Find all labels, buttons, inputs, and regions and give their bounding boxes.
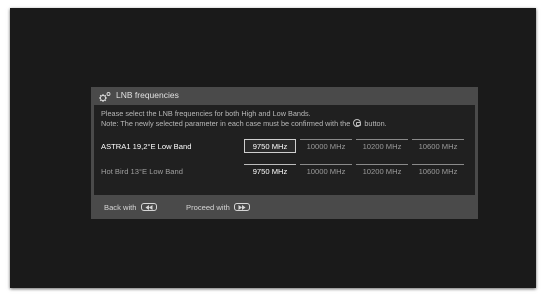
rewind-key-icon	[140, 203, 157, 211]
band-row-astra1: ASTRA1 19,2°E Low Band 9750 MHz 10000 MH…	[94, 137, 475, 157]
back-hint[interactable]: Back with	[104, 203, 157, 212]
lnb-frequencies-dialog: LNB frequencies Please select the LNB fr…	[91, 87, 478, 219]
dialog-footer: Back with Proceed with	[91, 197, 478, 217]
tv-screen: LNB frequencies Please select the LNB fr…	[10, 8, 536, 288]
instructions-text: Please select the LNB frequencies for bo…	[101, 109, 387, 129]
freq-option-9750[interactable]: 9750 MHz	[244, 139, 296, 153]
freq-option-10200[interactable]: 10200 MHz	[356, 164, 408, 178]
fast-forward-key-icon	[234, 203, 251, 211]
dialog-header: LNB frequencies	[91, 87, 478, 105]
back-label: Back with	[104, 203, 137, 212]
instructions-line-2-suffix: button.	[364, 119, 387, 128]
ok-button-icon	[353, 119, 362, 127]
gear-icon	[98, 90, 112, 102]
instructions-line-1: Please select the LNB frequencies for bo…	[101, 109, 311, 118]
instructions-line-2: Note: The newly selected parameter in ea…	[101, 119, 387, 129]
proceed-label: Proceed with	[186, 203, 230, 212]
freq-option-10000[interactable]: 10000 MHz	[300, 164, 352, 178]
dialog-body: Please select the LNB frequencies for bo…	[94, 105, 475, 195]
instructions-line-2-prefix: Note: The newly selected parameter in ea…	[101, 119, 351, 128]
freq-option-10600[interactable]: 10600 MHz	[412, 164, 464, 178]
freq-option-9750[interactable]: 9750 MHz	[244, 164, 296, 178]
freq-option-10000[interactable]: 10000 MHz	[300, 139, 352, 153]
dialog-title: LNB frequencies	[116, 90, 179, 100]
freq-option-10200[interactable]: 10200 MHz	[356, 139, 408, 153]
band-label: Hot Bird 13°E Low Band	[101, 167, 183, 176]
band-label: ASTRA1 19,2°E Low Band	[101, 142, 192, 151]
band-row-hotbird: Hot Bird 13°E Low Band 9750 MHz 10000 MH…	[94, 162, 475, 182]
freq-option-10600[interactable]: 10600 MHz	[412, 139, 464, 153]
proceed-hint[interactable]: Proceed with	[186, 203, 251, 212]
